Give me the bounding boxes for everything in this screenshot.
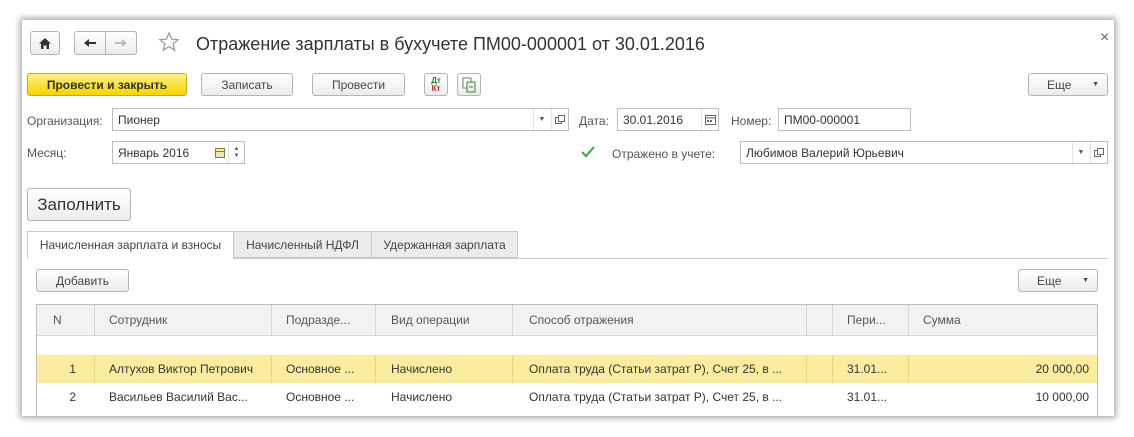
column-header-employee[interactable]: Сотрудник — [95, 305, 272, 335]
arrow-left-icon — [84, 39, 96, 47]
document-structure-icon — [462, 77, 476, 92]
salary-table[interactable]: N Сотрудник Подразде... Вид операции Спо… — [36, 304, 1098, 416]
column-header-method[interactable]: Способ отражения — [513, 305, 807, 335]
spin-down-icon[interactable]: ▼ — [234, 153, 240, 160]
dropdown-arrow-icon: ▼ — [1092, 81, 1099, 88]
fill-button[interactable]: Заполнить — [27, 188, 131, 221]
dt-kt-button[interactable]: Дт Кт — [424, 73, 448, 96]
spin-stepper[interactable]: ▲ ▼ — [228, 142, 244, 163]
cell-method: Оплата труда (Статьи затрат Р), Счет 25,… — [529, 390, 783, 404]
column-header-period[interactable]: Пери... — [833, 305, 909, 335]
dropdown-arrow-icon[interactable]: ▼ — [533, 109, 550, 130]
back-button[interactable] — [74, 31, 106, 55]
tab-accrued-ndfl[interactable]: Начисленный НДФЛ — [233, 231, 372, 258]
cell-operation: Начислено — [391, 390, 453, 404]
cell-blank — [807, 355, 833, 383]
number-field[interactable]: ПМ00-000001 — [778, 108, 911, 131]
responsible-person-field[interactable]: Любимов Валерий Юрьевич ▼ — [740, 141, 1108, 164]
table-header: N Сотрудник Подразде... Вид операции Спо… — [37, 305, 1097, 336]
column-header-blank[interactable] — [807, 305, 833, 335]
more-button[interactable]: Еще ▼ — [1028, 73, 1108, 96]
cell-sum: 10 000,00 — [1035, 390, 1089, 404]
home-button[interactable] — [30, 31, 60, 55]
post-button[interactable]: Провести — [312, 73, 405, 96]
cell-department: Основное ... — [286, 390, 355, 404]
column-header-n[interactable]: N — [37, 305, 95, 335]
date-label: Дата: — [579, 114, 609, 128]
home-icon — [39, 37, 51, 49]
cell-n: 2 — [69, 390, 76, 404]
table-row[interactable]: 2 Васильев Василий Вас... Основное ... Н… — [37, 383, 1097, 411]
cell-period: 31.01... — [847, 390, 888, 404]
forward-button[interactable] — [105, 31, 137, 55]
reflected-checkbox[interactable] — [580, 144, 596, 160]
favorite-star-icon[interactable] — [158, 31, 182, 55]
cell-blank — [807, 383, 833, 411]
month-field[interactable]: Январь 2016 ▲ ▼ — [112, 141, 245, 164]
cell-method: Оплата труда (Статьи затрат Р), Счет 25,… — [513, 355, 807, 383]
cell-employee: Васильев Василий Вас... — [109, 390, 248, 404]
column-header-sum[interactable]: Сумма — [909, 305, 1099, 335]
column-header-department[interactable]: Подразде... — [272, 305, 376, 335]
dropdown-arrow-icon[interactable]: ▼ — [1072, 142, 1089, 163]
structure-button[interactable] — [457, 73, 481, 96]
spin-up-icon[interactable]: ▲ — [234, 146, 240, 153]
organization-label: Организация: — [27, 114, 103, 128]
cell-employee: Алтухов Виктор Петрович — [95, 355, 272, 383]
arrow-right-icon — [115, 39, 127, 47]
month-label: Месяц: — [27, 146, 67, 160]
number-label: Номер: — [731, 114, 772, 128]
dropdown-arrow-icon: ▼ — [1082, 277, 1089, 284]
tab-withheld-salary[interactable]: Удержанная зарплата — [371, 231, 518, 258]
tab-accrued-salary[interactable]: Начисленная зарплата и взносы — [27, 231, 234, 259]
calendar-icon[interactable] — [701, 109, 718, 130]
calendar-icon[interactable] — [211, 142, 228, 163]
checkmark-icon — [581, 146, 595, 158]
dt-kt-icon: Дт Кт — [431, 75, 441, 93]
cell-department: Основное ... — [272, 355, 376, 383]
open-icon[interactable] — [1090, 142, 1107, 163]
cell-sum: 20 000,00 — [1035, 362, 1089, 376]
cell-n: 1 — [37, 355, 95, 383]
cell-period: 31.01... — [833, 355, 909, 383]
save-button[interactable]: Записать — [201, 73, 293, 96]
table-more-button[interactable]: Еще ▼ — [1018, 269, 1098, 292]
date-field[interactable]: 30.01.2016 — [617, 108, 719, 131]
cell-operation: Начислено — [376, 355, 513, 383]
column-header-operation[interactable]: Вид операции — [376, 305, 513, 335]
document-window: Отражение зарплаты в бухучете ПМ00-00000… — [22, 20, 1114, 416]
close-icon[interactable]: × — [1100, 29, 1109, 47]
table-row[interactable]: 1 Алтухов Виктор Петрович Основное ... Н… — [37, 355, 1097, 383]
open-icon[interactable] — [551, 109, 568, 130]
window-title: Отражение зарплаты в бухучете ПМ00-00000… — [196, 34, 705, 54]
add-button[interactable]: Добавить — [36, 269, 129, 292]
reflected-label: Отражено в учете: — [612, 147, 716, 161]
organization-field[interactable]: Пионер ▼ — [112, 108, 569, 131]
post-and-close-button[interactable]: Провести и закрыть — [27, 73, 187, 96]
